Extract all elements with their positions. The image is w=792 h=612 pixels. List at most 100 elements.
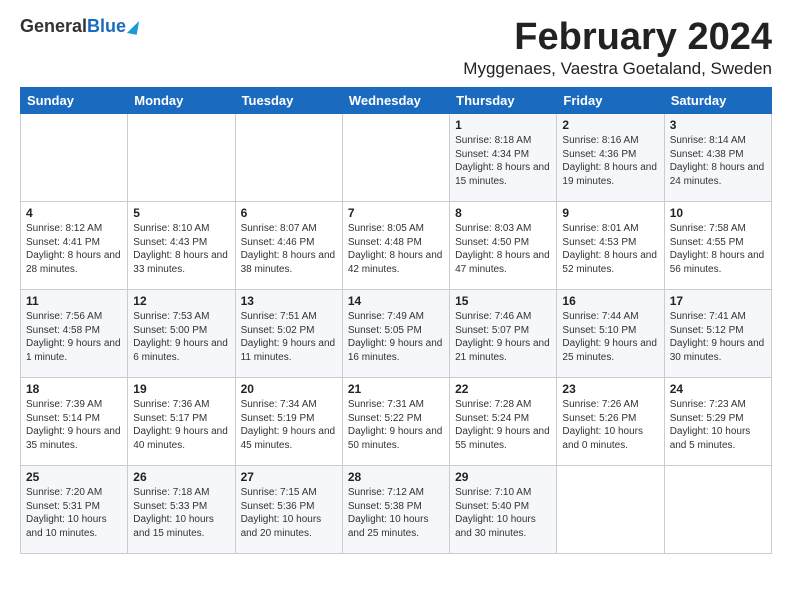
day-number: 5: [133, 206, 229, 220]
day-number: 16: [562, 294, 658, 308]
day-info: Sunrise: 7:51 AM Sunset: 5:02 PM Dayligh…: [241, 310, 337, 364]
logo-general: GeneralBlue: [20, 16, 126, 37]
title-section: February 2024 Myggenaes, Vaestra Goetala…: [463, 16, 772, 79]
calendar-cell: 2 Sunrise: 8:16 AM Sunset: 4:36 PM Daylig…: [557, 114, 664, 202]
page-header: GeneralBlue February 2024 Myggenaes, Vae…: [20, 16, 772, 79]
day-number: 14: [348, 294, 444, 308]
calendar-cell: 4Sunrise: 8:12 AM Sunset: 4:41 PM Daylig…: [21, 202, 128, 290]
header-day-thursday: Thursday: [450, 88, 557, 114]
calendar-cell: 15 Sunrise: 7:46 AM Sunset: 5:07 PM Dayli…: [450, 290, 557, 378]
week-row-4: 18 Sunrise: 7:39 AM Sunset: 5:14 PM Dayli…: [21, 378, 772, 466]
day-info: Sunrise: 8:05 AM Sunset: 4:48 PM Dayligh…: [348, 222, 444, 276]
calendar-cell: 18 Sunrise: 7:39 AM Sunset: 5:14 PM Dayli…: [21, 378, 128, 466]
calendar-cell: 25 Sunrise: 7:20 AM Sunset: 5:31 PM Dayli…: [21, 466, 128, 554]
day-info: Sunrise: 8:14 AM Sunset: 4:38 PM Dayligh…: [670, 134, 766, 188]
calendar-cell: [128, 114, 235, 202]
day-number: 13: [241, 294, 337, 308]
calendar-cell: 10 Sunrise: 7:58 AM Sunset: 4:55 PM Dayli…: [664, 202, 771, 290]
day-number: 20: [241, 382, 337, 396]
day-number: 21: [348, 382, 444, 396]
calendar-cell: 12 Sunrise: 7:53 AM Sunset: 5:00 PM Dayli…: [128, 290, 235, 378]
calendar-cell: 17Sunrise: 7:41 AM Sunset: 5:12 PM Dayli…: [664, 290, 771, 378]
header-day-monday: Monday: [128, 88, 235, 114]
calendar-cell: 9 Sunrise: 8:01 AM Sunset: 4:53 PM Daylig…: [557, 202, 664, 290]
logo-blue-text: Blue: [87, 16, 126, 36]
logo-arrow-icon: [127, 19, 139, 35]
calendar-cell: 23 Sunrise: 7:26 AM Sunset: 5:26 PM Dayli…: [557, 378, 664, 466]
day-number: 6: [241, 206, 337, 220]
week-row-3: 11Sunrise: 7:56 AM Sunset: 4:58 PM Dayli…: [21, 290, 772, 378]
calendar-cell: 6Sunrise: 8:07 AM Sunset: 4:46 PM Daylig…: [235, 202, 342, 290]
day-info: Sunrise: 7:34 AM Sunset: 5:19 PM Dayligh…: [241, 398, 337, 452]
day-info: Sunrise: 7:20 AM Sunset: 5:31 PM Dayligh…: [26, 486, 122, 540]
day-number: 10: [670, 206, 766, 220]
day-info: Sunrise: 7:18 AM Sunset: 5:33 PM Dayligh…: [133, 486, 229, 540]
calendar-cell: 22 Sunrise: 7:28 AM Sunset: 5:24 PM Dayli…: [450, 378, 557, 466]
day-number: 3: [670, 118, 766, 132]
day-info: Sunrise: 7:10 AM Sunset: 5:40 PM Dayligh…: [455, 486, 551, 540]
calendar-cell: 28 Sunrise: 7:12 AM Sunset: 5:38 PM Dayli…: [342, 466, 449, 554]
day-number: 18: [26, 382, 122, 396]
day-info: Sunrise: 7:46 AM Sunset: 5:07 PM Dayligh…: [455, 310, 551, 364]
header-day-friday: Friday: [557, 88, 664, 114]
day-info: Sunrise: 8:01 AM Sunset: 4:53 PM Dayligh…: [562, 222, 658, 276]
calendar-cell: [557, 466, 664, 554]
day-info: Sunrise: 7:39 AM Sunset: 5:14 PM Dayligh…: [26, 398, 122, 452]
day-number: 26: [133, 470, 229, 484]
day-info: Sunrise: 7:58 AM Sunset: 4:55 PM Dayligh…: [670, 222, 766, 276]
header-day-saturday: Saturday: [664, 88, 771, 114]
day-number: 22: [455, 382, 551, 396]
header-day-tuesday: Tuesday: [235, 88, 342, 114]
day-number: 24: [670, 382, 766, 396]
day-number: 15: [455, 294, 551, 308]
calendar-cell: 24 Sunrise: 7:23 AM Sunset: 5:29 PM Dayli…: [664, 378, 771, 466]
calendar-cell: [664, 466, 771, 554]
week-row-5: 25 Sunrise: 7:20 AM Sunset: 5:31 PM Dayli…: [21, 466, 772, 554]
calendar-cell: 29 Sunrise: 7:10 AM Sunset: 5:40 PM Dayli…: [450, 466, 557, 554]
day-info: Sunrise: 7:49 AM Sunset: 5:05 PM Dayligh…: [348, 310, 444, 364]
calendar-cell: 27Sunrise: 7:15 AM Sunset: 5:36 PM Dayli…: [235, 466, 342, 554]
day-info: Sunrise: 7:28 AM Sunset: 5:24 PM Dayligh…: [455, 398, 551, 452]
calendar-header: SundayMondayTuesdayWednesdayThursdayFrid…: [21, 88, 772, 114]
calendar-cell: [342, 114, 449, 202]
day-info: Sunrise: 7:36 AM Sunset: 5:17 PM Dayligh…: [133, 398, 229, 452]
month-year-title: February 2024: [463, 16, 772, 59]
calendar-cell: 26 Sunrise: 7:18 AM Sunset: 5:33 PM Dayli…: [128, 466, 235, 554]
day-number: 23: [562, 382, 658, 396]
day-info: Sunrise: 8:10 AM Sunset: 4:43 PM Dayligh…: [133, 222, 229, 276]
calendar-cell: 16Sunrise: 7:44 AM Sunset: 5:10 PM Dayli…: [557, 290, 664, 378]
day-info: Sunrise: 8:18 AM Sunset: 4:34 PM Dayligh…: [455, 134, 551, 188]
location-subtitle: Myggenaes, Vaestra Goetaland, Sweden: [463, 59, 772, 79]
day-number: 29: [455, 470, 551, 484]
day-info: Sunrise: 7:12 AM Sunset: 5:38 PM Dayligh…: [348, 486, 444, 540]
day-info: Sunrise: 8:16 AM Sunset: 4:36 PM Dayligh…: [562, 134, 658, 188]
header-row: SundayMondayTuesdayWednesdayThursdayFrid…: [21, 88, 772, 114]
calendar-cell: 13 Sunrise: 7:51 AM Sunset: 5:02 PM Dayli…: [235, 290, 342, 378]
day-info: Sunrise: 7:26 AM Sunset: 5:26 PM Dayligh…: [562, 398, 658, 452]
calendar-cell: 21 Sunrise: 7:31 AM Sunset: 5:22 PM Dayli…: [342, 378, 449, 466]
day-number: 9: [562, 206, 658, 220]
calendar-cell: 1Sunrise: 8:18 AM Sunset: 4:34 PM Daylig…: [450, 114, 557, 202]
week-row-1: 1Sunrise: 8:18 AM Sunset: 4:34 PM Daylig…: [21, 114, 772, 202]
day-info: Sunrise: 8:12 AM Sunset: 4:41 PM Dayligh…: [26, 222, 122, 276]
day-number: 19: [133, 382, 229, 396]
calendar-cell: 3 Sunrise: 8:14 AM Sunset: 4:38 PM Daylig…: [664, 114, 771, 202]
logo: GeneralBlue: [20, 16, 138, 37]
header-day-wednesday: Wednesday: [342, 88, 449, 114]
header-day-sunday: Sunday: [21, 88, 128, 114]
calendar-cell: 14 Sunrise: 7:49 AM Sunset: 5:05 PM Dayli…: [342, 290, 449, 378]
calendar-cell: 8Sunrise: 8:03 AM Sunset: 4:50 PM Daylig…: [450, 202, 557, 290]
calendar-cell: 11Sunrise: 7:56 AM Sunset: 4:58 PM Dayli…: [21, 290, 128, 378]
day-number: 11: [26, 294, 122, 308]
calendar-cell: 7 Sunrise: 8:05 AM Sunset: 4:48 PM Daylig…: [342, 202, 449, 290]
day-number: 2: [562, 118, 658, 132]
day-number: 28: [348, 470, 444, 484]
calendar-cell: [21, 114, 128, 202]
day-number: 12: [133, 294, 229, 308]
day-number: 25: [26, 470, 122, 484]
day-info: Sunrise: 7:41 AM Sunset: 5:12 PM Dayligh…: [670, 310, 766, 364]
day-info: Sunrise: 7:31 AM Sunset: 5:22 PM Dayligh…: [348, 398, 444, 452]
day-info: Sunrise: 7:23 AM Sunset: 5:29 PM Dayligh…: [670, 398, 766, 452]
day-number: 7: [348, 206, 444, 220]
day-info: Sunrise: 7:53 AM Sunset: 5:00 PM Dayligh…: [133, 310, 229, 364]
